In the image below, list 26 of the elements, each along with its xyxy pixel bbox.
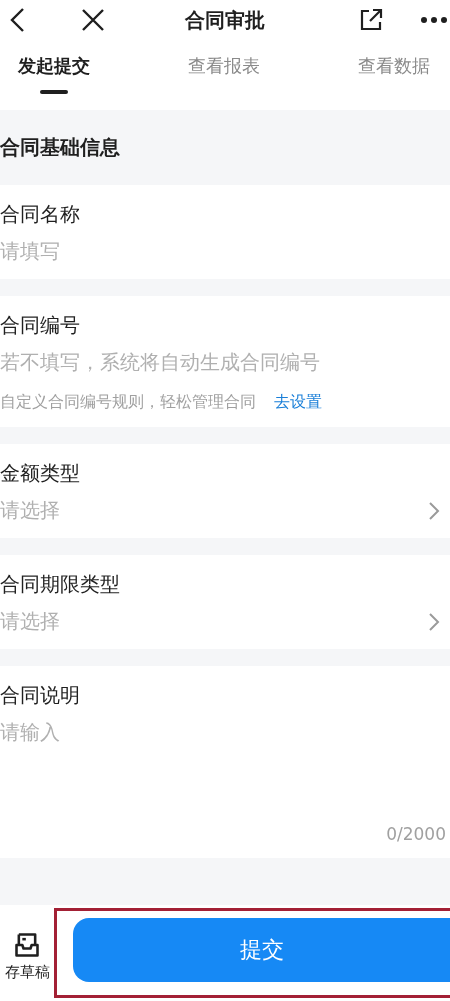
select-field[interactable]: 请选择 (0, 497, 60, 524)
input-field[interactable]: 请填写 (0, 238, 60, 265)
submit-button[interactable]: 提交 (73, 918, 450, 982)
input-field[interactable]: 若不填写，系统将自动生成合同编号 (0, 349, 320, 376)
close-icon[interactable] (80, 7, 106, 33)
text-area[interactable]: 请输入 (0, 719, 440, 746)
section-title: 合同基础信息 (0, 134, 120, 161)
share-icon[interactable] (358, 7, 384, 33)
inbox-tray-icon (13, 930, 41, 959)
field-label: 合同说明 (0, 682, 81, 709)
field-label: 合同名称 (0, 201, 81, 228)
hint-text: 自定义合同编号规则，轻松管理合同 (0, 392, 256, 413)
settings-link[interactable]: 去设置 (274, 392, 322, 413)
tab[interactable]: 查看报表 (188, 40, 260, 110)
save-draft-button[interactable]: 存草稿 (0, 930, 54, 982)
select-field[interactable]: 请选择 (0, 608, 60, 635)
page-title: 合同审批 (185, 7, 265, 32)
chevron-right-icon (428, 500, 440, 521)
field-label: 金额类型 (0, 460, 81, 487)
field-label: 合同期限类型 (0, 571, 121, 598)
tab[interactable]: 查看数据 (358, 40, 430, 110)
tab[interactable]: 发起提交 (18, 40, 90, 110)
char-counter: 0/2000 (386, 824, 446, 844)
field-label: 合同编号 (0, 312, 81, 339)
chevron-right-icon (428, 611, 440, 632)
more-icon[interactable] (420, 16, 448, 24)
